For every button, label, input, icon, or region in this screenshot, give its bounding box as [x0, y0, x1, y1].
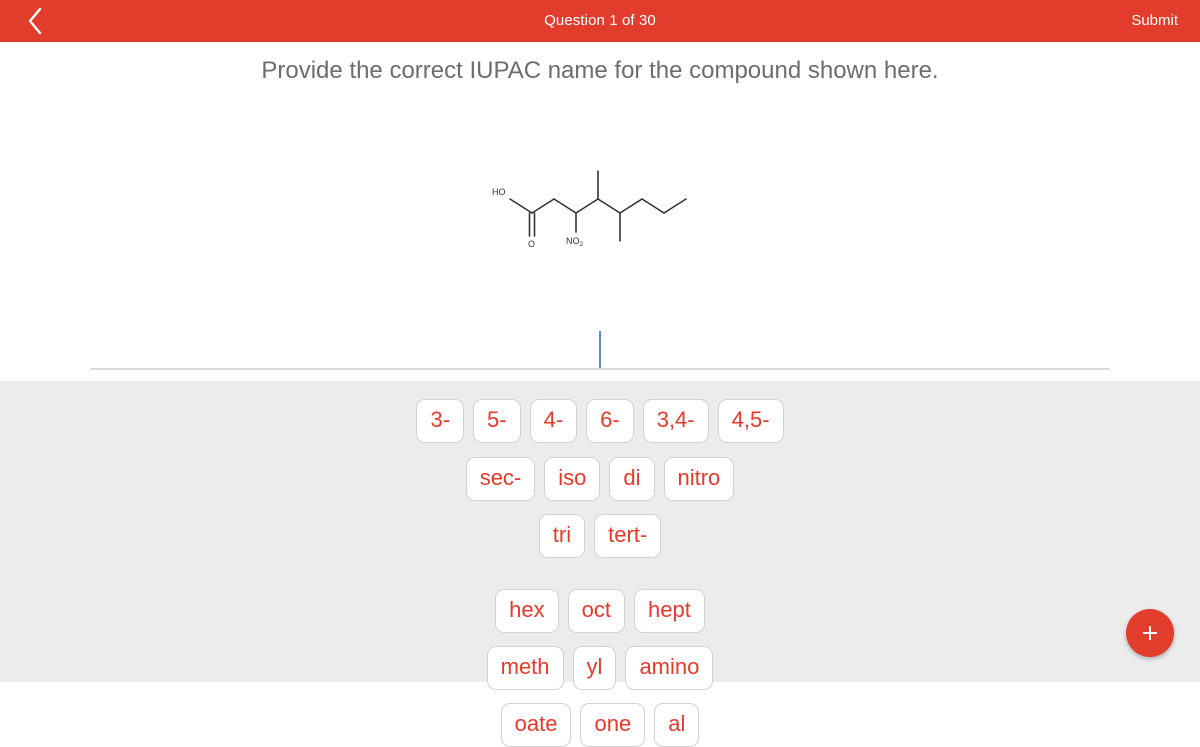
tile-row-roots-b: meth yl amino [0, 646, 1200, 690]
answer-tile[interactable]: tri [538, 514, 586, 558]
question-prompt: Provide the correct IUPAC name for the c… [261, 57, 939, 84]
app-bar: Question 1 of 30 Submit [0, 0, 1200, 42]
answer-tile[interactable]: hex [495, 589, 559, 633]
molecule-structure-image: HO O NO2 [470, 152, 720, 257]
chevron-left-icon [26, 6, 44, 36]
answer-underline [90, 368, 1110, 370]
answer-tile[interactable]: 5- [473, 399, 521, 443]
answer-tile[interactable]: one [580, 703, 646, 747]
answer-tile[interactable]: hept [634, 589, 705, 633]
answer-tile[interactable]: 4,5- [717, 399, 784, 443]
answer-tile[interactable]: meth [486, 646, 564, 690]
tile-row-prefixes-b: tri tert- [0, 514, 1200, 558]
answer-tile[interactable]: tert- [594, 514, 662, 558]
answer-input[interactable] [90, 322, 1110, 370]
answer-tile[interactable]: amino [625, 646, 714, 690]
answer-tile[interactable]: di [609, 457, 655, 501]
answer-tile[interactable]: nitro [663, 457, 735, 501]
answer-tile[interactable]: oct [567, 589, 625, 633]
question-work-area: Provide the correct IUPAC name for the c… [0, 42, 1200, 381]
answer-tile[interactable]: yl [572, 646, 617, 690]
molecule-label-nitro: NO2 [566, 236, 584, 248]
back-button[interactable] [18, 3, 52, 39]
answer-tile[interactable]: 4- [529, 399, 578, 443]
question-counter: Question 1 of 30 [544, 12, 656, 29]
answer-tile[interactable]: sec- [465, 457, 536, 501]
submit-button[interactable]: Submit [1129, 0, 1180, 42]
answer-tile[interactable]: oate [500, 703, 572, 747]
add-button[interactable] [1126, 609, 1174, 657]
molecule-label-carbonyl-oxygen: O [528, 239, 535, 249]
answer-tile[interactable]: 3,4- [642, 399, 709, 443]
tile-row-prefixes-a: sec- iso di nitro [0, 457, 1200, 501]
text-caret [599, 331, 601, 368]
answer-tile[interactable]: 3- [416, 399, 465, 443]
tile-row-suffixes: oate one al [0, 703, 1200, 747]
answer-tile-tray: 3- 5- 4- 6- 3,4- 4,5- sec- iso di nitro … [0, 381, 1200, 747]
answer-tile[interactable]: iso [544, 457, 601, 501]
tile-row-roots-a: hex oct hept [0, 589, 1200, 633]
answer-tile[interactable]: 6- [586, 399, 634, 443]
molecule-label-hydroxyl: HO [492, 187, 506, 197]
tile-row-locants: 3- 5- 4- 6- 3,4- 4,5- [0, 399, 1200, 443]
answer-tile[interactable]: al [654, 703, 700, 747]
